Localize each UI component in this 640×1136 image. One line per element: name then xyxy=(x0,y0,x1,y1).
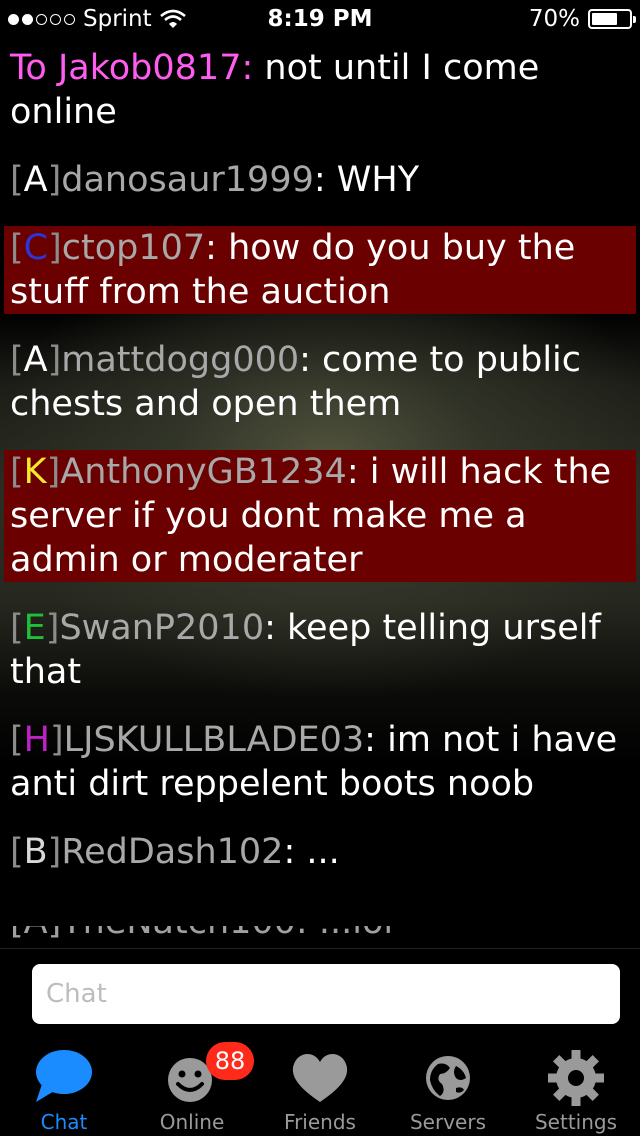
rank-bracket: [ xyxy=(10,452,24,492)
rank-tag: B xyxy=(23,832,48,872)
private-message-recipient: To Jakob0817: xyxy=(10,48,254,88)
username: RedDash102 xyxy=(61,832,284,872)
chat-message[interactable]: [E]SwanP2010: keep telling urself that xyxy=(4,606,636,694)
battery-percent: 70% xyxy=(528,6,580,32)
rank-tag: K xyxy=(23,452,47,492)
message-text: : WHY xyxy=(313,160,420,200)
tab-chat[interactable]: Chat xyxy=(0,1032,128,1136)
heart-icon xyxy=(292,1053,348,1102)
rank-tag: A xyxy=(23,340,48,380)
chat-message[interactable]: [A]danosaur1999: WHY xyxy=(4,158,636,202)
rank-bracket: [ xyxy=(10,228,24,268)
rank-bracket: [ xyxy=(10,340,24,380)
rank-bracket: [ xyxy=(10,720,24,760)
gear-icon xyxy=(548,1050,604,1106)
tab-friends[interactable]: Friends xyxy=(256,1032,384,1136)
username: SwanP2010 xyxy=(59,608,265,648)
status-bar: Sprint 8:19 PM 70% xyxy=(0,0,640,40)
rank-bracket: ] xyxy=(47,340,62,380)
chat-message[interactable]: To Jakob0817: not until I come online xyxy=(4,46,636,134)
chat-message[interactable]: [C]ctop107: how do you buy the stuff fro… xyxy=(4,226,636,314)
rank-bracket: ] xyxy=(45,608,60,648)
rank-bracket: ] xyxy=(48,228,62,268)
chat-message-partial: [A]TheNatch100: ...lol xyxy=(0,926,640,948)
status-right: 70% xyxy=(528,6,636,32)
rank-tag: H xyxy=(23,720,50,760)
rank-bracket: ] xyxy=(49,720,64,760)
tab-settings[interactable]: Settings xyxy=(512,1032,640,1136)
tab-chat-label: Chat xyxy=(40,1110,88,1134)
username: AnthonyGB1234 xyxy=(60,452,347,492)
partial-message-text: [A]TheNatch100: ...lol xyxy=(10,926,393,944)
globe-icon xyxy=(426,1056,470,1100)
speech-bubble-icon xyxy=(36,1050,92,1102)
chat-message[interactable]: [H]LJSKULLBLADE03: im not i have anti di… xyxy=(4,718,636,806)
rank-tag: A xyxy=(23,160,48,200)
rank-bracket: ] xyxy=(46,452,61,492)
username: LJSKULLBLADE03 xyxy=(63,720,365,760)
username: danosaur1999 xyxy=(61,160,314,200)
tab-online-label: Online xyxy=(159,1110,225,1134)
chat-log[interactable]: To Jakob0817: not until I come online [A]… xyxy=(0,40,640,948)
rank-bracket: [ xyxy=(10,160,24,200)
username: mattdogg000 xyxy=(61,340,300,380)
chat-message[interactable]: [A]mattdogg000: come to public chests an… xyxy=(4,338,636,426)
chat-input-bar xyxy=(0,948,640,1033)
username: ctop107 xyxy=(61,228,206,268)
tab-servers-label: Servers xyxy=(409,1110,486,1134)
rank-bracket: [ xyxy=(10,832,24,872)
chat-message[interactable]: [K]AnthonyGB1234: i will hack the server… xyxy=(4,450,636,582)
tab-settings-label: Settings xyxy=(534,1110,618,1134)
rank-tag: C xyxy=(23,228,49,268)
rank-bracket: [ xyxy=(10,608,24,648)
rank-bracket: ] xyxy=(47,832,62,872)
tab-bar: Chat 88 Online Friends Servers Settings xyxy=(0,1032,640,1136)
battery-icon xyxy=(588,9,636,29)
rank-bracket: ] xyxy=(47,160,62,200)
chat-input[interactable] xyxy=(32,964,620,1024)
rank-tag: E xyxy=(23,608,46,648)
tab-servers[interactable]: Servers xyxy=(384,1032,512,1136)
chat-message[interactable]: [B]RedDash102: ... xyxy=(4,830,636,874)
tab-friends-label: Friends xyxy=(284,1110,356,1134)
tab-online[interactable]: 88 Online xyxy=(128,1032,256,1136)
message-text: : ... xyxy=(283,832,340,872)
online-count-badge: 88 xyxy=(206,1042,254,1080)
